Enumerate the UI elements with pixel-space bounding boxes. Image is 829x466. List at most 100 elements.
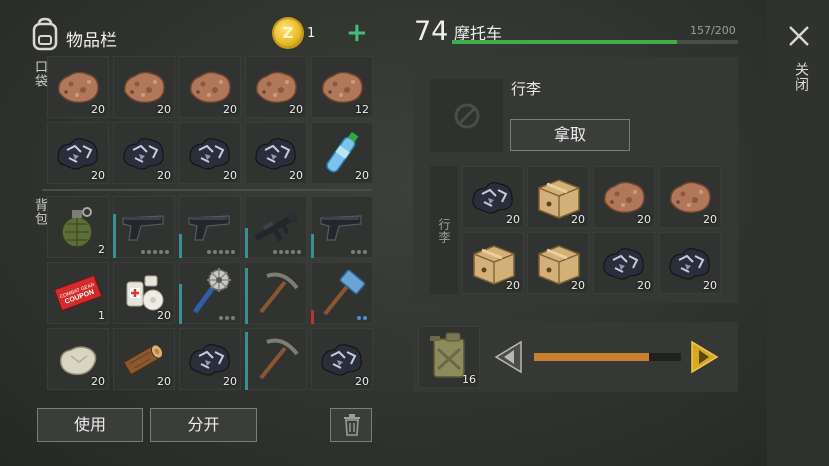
pocket-slot-5[interactable]: 12 [311, 56, 373, 118]
fuel-increase-button[interactable] [690, 340, 720, 374]
item-count: 20 [157, 169, 171, 182]
durability-bar [113, 214, 116, 258]
luggage-slot-6[interactable]: 20 [527, 232, 589, 294]
backpack-slot-11[interactable]: 20 [47, 328, 109, 390]
backpack-slot-13[interactable]: 20 [179, 328, 241, 390]
durability-bar [245, 268, 248, 324]
pocket-slot-2[interactable]: 20 [113, 56, 175, 118]
trash-icon [344, 414, 360, 436]
durability-bar [179, 284, 182, 324]
item-count: 2 [98, 243, 105, 256]
pocket-slot-8[interactable]: 20 [179, 122, 241, 184]
take-button[interactable]: 拿取 [510, 119, 630, 151]
item-count: 20 [571, 213, 585, 226]
close-icon [789, 26, 809, 46]
item-count: 20 [703, 279, 717, 292]
durability-bar [311, 310, 314, 324]
pocket-slot-4[interactable]: 20 [245, 56, 307, 118]
pocket-slot-10[interactable]: 20 [311, 122, 373, 184]
coin-count: 1 [307, 26, 316, 41]
durability-bar [245, 228, 248, 258]
coin-counter: Z 1 + [272, 19, 372, 47]
no-entry-icon [454, 103, 480, 129]
item-count: 20 [91, 103, 105, 116]
item-count: 20 [703, 213, 717, 226]
quality-dots [351, 250, 367, 254]
item-count: 20 [223, 103, 237, 116]
pocket-slot-1[interactable]: 20 [47, 56, 109, 118]
vehicle-level: 74 [414, 16, 449, 47]
pocket-divider [42, 189, 372, 191]
quality-dots [219, 316, 235, 320]
capacity-bar-fill [452, 40, 677, 44]
inventory-title: 物品栏 [66, 31, 117, 51]
item-count: 20 [637, 213, 651, 226]
luggage-slot-3[interactable]: 20 [593, 166, 655, 228]
quality-dots [207, 250, 235, 254]
quality-dots [141, 250, 169, 254]
vehicle-capacity: 157/200 [690, 24, 736, 37]
fuel-slot[interactable]: 16 [418, 326, 480, 388]
item-count: 20 [506, 279, 520, 292]
pocket-slot-7[interactable]: 20 [113, 122, 175, 184]
backpack-slot-6[interactable]: COMBAT GEAR COUPON 1 [47, 262, 109, 324]
item-count: 20 [223, 375, 237, 388]
item-count: 20 [289, 169, 303, 182]
item-count: 1 [98, 309, 105, 322]
empty-preview-slot [430, 79, 503, 152]
item-count: 20 [637, 279, 651, 292]
backpack-slot-3[interactable] [179, 196, 241, 258]
backpack-slot-14[interactable] [245, 328, 307, 390]
backpack-slot-12[interactable]: 20 [113, 328, 175, 390]
luggage-slot-2[interactable]: 20 [527, 166, 589, 228]
durability-bar [245, 332, 248, 390]
item-count: 20 [289, 103, 303, 116]
luggage-slot-4[interactable]: 20 [659, 166, 721, 228]
luggage-title: 行李 [511, 80, 542, 98]
item-count: 20 [506, 213, 520, 226]
item-count: 20 [91, 375, 105, 388]
split-button[interactable]: 分开 [150, 408, 257, 442]
backpack-slot-10[interactable] [311, 262, 373, 324]
durability-bar [179, 234, 182, 258]
backpack-slot-7[interactable]: 20 [113, 262, 175, 324]
pocket-slot-6[interactable]: 20 [47, 122, 109, 184]
jerrycan-icon [430, 332, 465, 378]
coin-icon: Z [274, 19, 302, 47]
inventory-screen: { "inventory": { "title": "物品栏", "coins"… [0, 0, 829, 466]
arrow-left-icon [494, 340, 522, 374]
backpack-slot-9[interactable] [245, 262, 307, 324]
item-count: 20 [571, 279, 585, 292]
close-button[interactable]: 关闭 [784, 22, 814, 102]
luggage-slot-5[interactable]: 20 [462, 232, 524, 294]
quality-dots [357, 316, 367, 320]
luggage-slot-7[interactable]: 20 [593, 232, 655, 294]
item-count: 20 [157, 309, 171, 322]
trash-button[interactable] [330, 408, 372, 442]
item-count: 20 [355, 375, 369, 388]
backpack-icon [30, 17, 60, 51]
pocket-slot-3[interactable]: 20 [179, 56, 241, 118]
luggage-slot-8[interactable]: 20 [659, 232, 721, 294]
backpack-slot-8[interactable] [179, 262, 241, 324]
pocket-slot-9[interactable]: 20 [245, 122, 307, 184]
backpack-slot-5[interactable] [311, 196, 373, 258]
backpack-slot-15[interactable]: 20 [311, 328, 373, 390]
item-count: 12 [355, 103, 369, 116]
backpack-slot-2[interactable] [113, 196, 175, 258]
item-count: 20 [223, 169, 237, 182]
quality-dots [273, 250, 301, 254]
fuel-decrease-button[interactable] [493, 340, 523, 374]
item-count: 20 [157, 375, 171, 388]
item-count: 20 [355, 169, 369, 182]
close-label: 关闭 [793, 62, 809, 92]
backpack-slot-1[interactable]: 2 [47, 196, 109, 258]
luggage-side-label: 行李 [437, 218, 451, 244]
fuel-slider-track[interactable] [534, 353, 681, 361]
luggage-slot-1[interactable]: 20 [462, 166, 524, 228]
fuel-slider-fill [534, 353, 649, 361]
use-button[interactable]: 使用 [37, 408, 143, 442]
add-coins-button[interactable]: + [346, 20, 368, 47]
durability-bar [311, 234, 314, 258]
backpack-slot-4[interactable] [245, 196, 307, 258]
